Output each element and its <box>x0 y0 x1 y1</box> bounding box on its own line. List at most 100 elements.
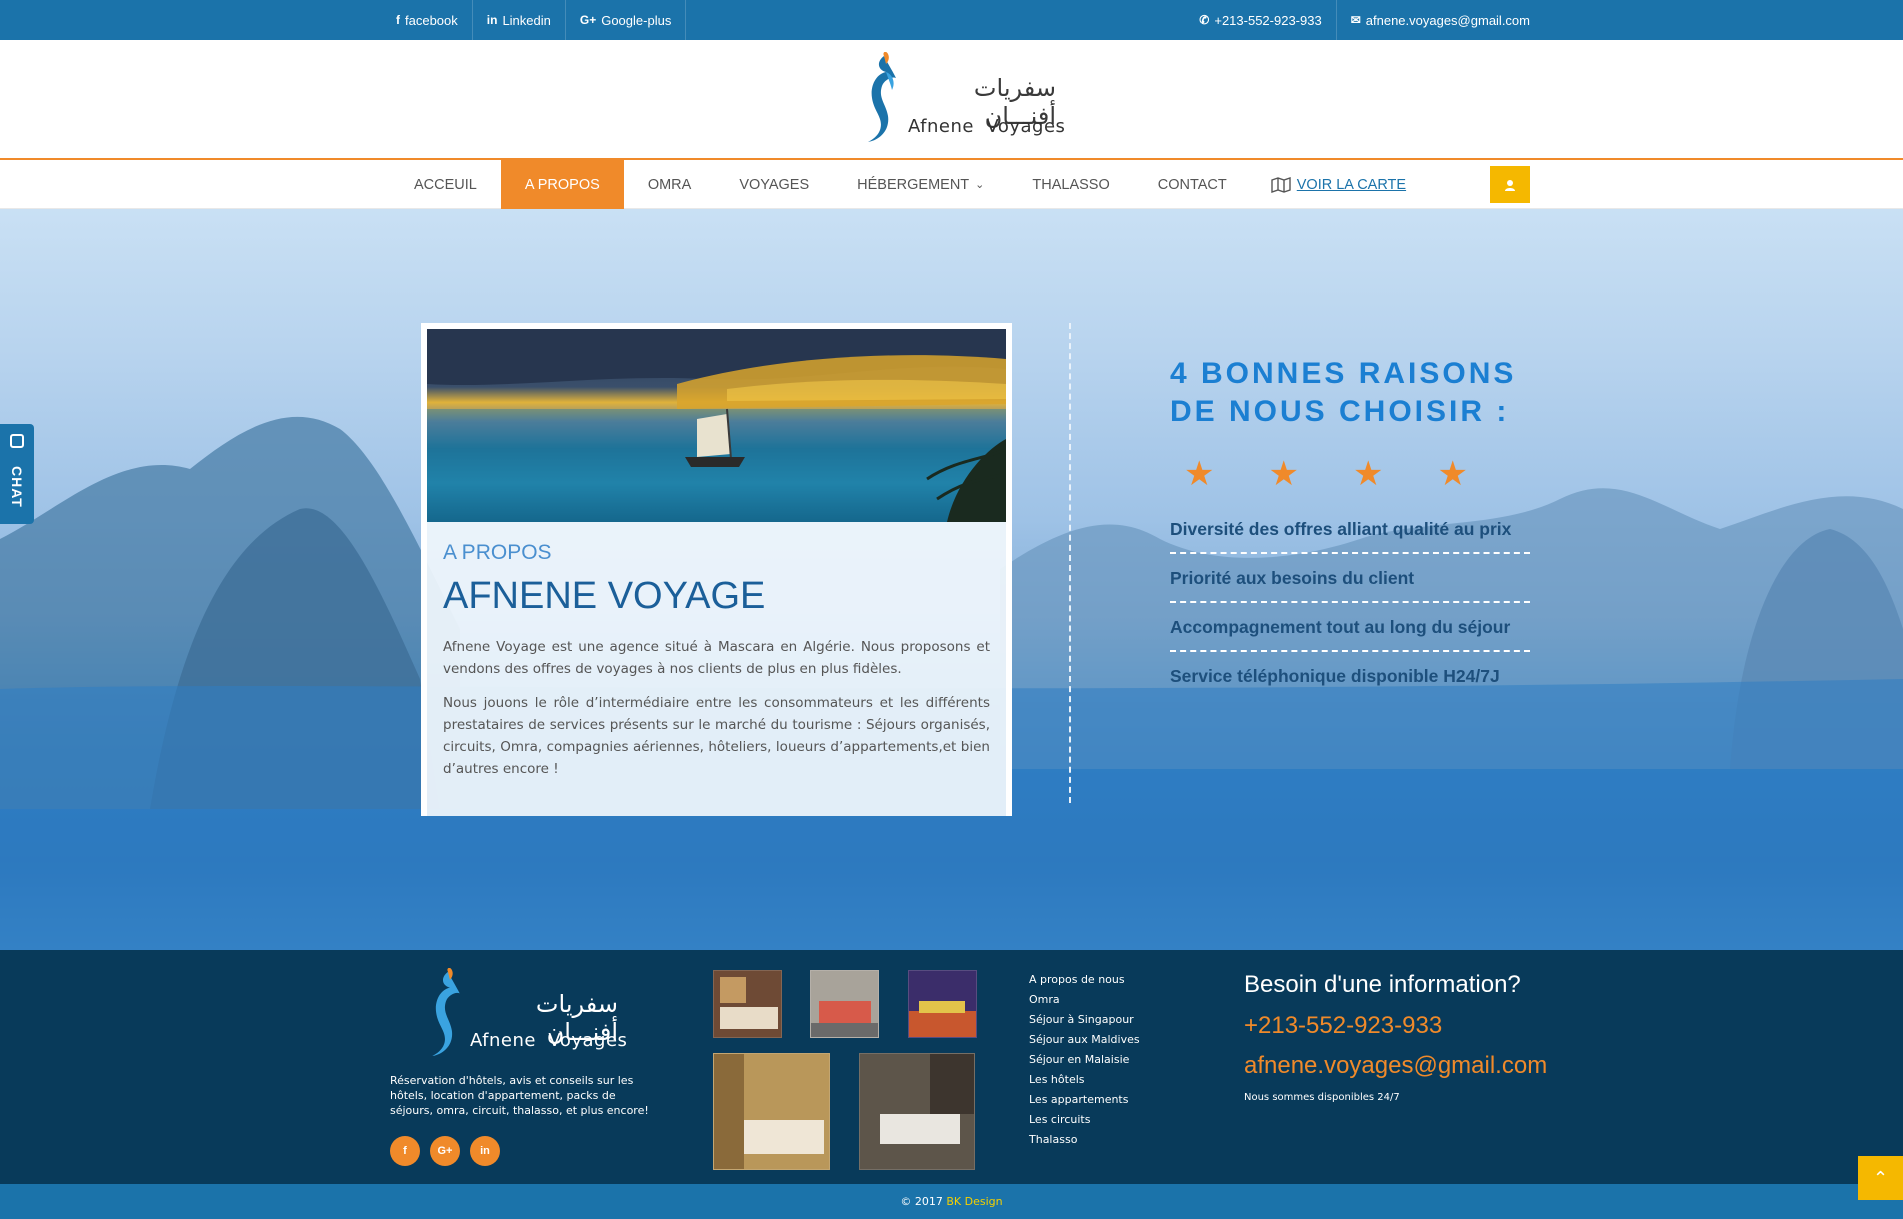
about-card: A PROPOS AFNENE VOYAGE Afnene Voyage est… <box>421 323 1012 816</box>
hero-section: CHAT A PROPOS AFNENE VOYAGE Afnene Voyag… <box>0 209 1903 950</box>
facebook-label: facebook <box>405 12 458 28</box>
site-footer: سفريات أفنـــان Afnene Voyages Réservati… <box>0 950 1903 1184</box>
linkedin-icon: in <box>486 13 498 27</box>
top-social-links: f facebook in Linkedin G+ Google-plus <box>390 0 687 40</box>
nav-item-thalasso[interactable]: THALASSO <box>1008 160 1133 209</box>
footer-link[interactable]: Les circuits <box>1029 1110 1140 1130</box>
view-map-link[interactable]: VOIR LA CARTE <box>1251 160 1430 209</box>
reasons-stars: ★ ★ ★ ★ <box>1170 457 1530 491</box>
designer-link[interactable]: BK Design <box>946 1195 1002 1208</box>
footer-link[interactable]: Les hôtels <box>1029 1070 1140 1090</box>
star-icon: ★ <box>1268 455 1299 493</box>
sailboat-photo <box>427 329 1006 522</box>
linkedin-label: Linkedin <box>502 12 551 28</box>
footer-google-plus-button[interactable]: G+ <box>430 1136 460 1166</box>
reason-item: Diversité des offres alliant qualité au … <box>1170 505 1530 554</box>
facebook-link[interactable]: f facebook <box>390 0 473 40</box>
star-icon: ★ <box>1437 455 1468 493</box>
footer-linkedin-button[interactable]: in <box>470 1136 500 1166</box>
reason-item: Accompagnement tout au long du séjour <box>1170 603 1530 652</box>
facebook-icon: f <box>403 1145 407 1157</box>
user-icon <box>1505 179 1515 191</box>
about-kicker: A PROPOS <box>443 541 552 564</box>
chat-icon <box>10 434 24 448</box>
gallery-thumb-suite[interactable] <box>810 970 879 1038</box>
dashed-divider <box>1069 323 1071 803</box>
footer-logo-latin-text: Afnene Voyages <box>470 1030 628 1051</box>
footer-description: Réservation d'hôtels, avis et conseils s… <box>390 1074 649 1117</box>
footer-link[interactable]: Omra <box>1029 990 1140 1010</box>
footer-email[interactable]: afnene.voyages@gmail.com <box>1244 1052 1547 1080</box>
google-plus-icon: G+ <box>579 13 597 27</box>
nav-item-voyages[interactable]: VOYAGES <box>715 160 833 209</box>
copyright-text: © 2017 <box>900 1195 943 1208</box>
chevron-down-icon: ⌄ <box>975 179 985 191</box>
facebook-icon: f <box>396 13 400 27</box>
view-map-label: VOIR LA CARTE <box>1296 176 1407 193</box>
about-title: AFNENE VOYAGE <box>443 575 766 617</box>
reason-item: Service téléphonique disponible H24/7J <box>1170 666 1500 686</box>
chat-tab[interactable]: CHAT <box>0 424 34 524</box>
about-body: A PROPOS AFNENE VOYAGE Afnene Voyage est… <box>443 541 990 780</box>
nav-item-hebergement[interactable]: HÉBERGEMENT ⌄ <box>833 160 1008 209</box>
gallery-thumb-buffet[interactable] <box>908 970 977 1038</box>
reasons-heading: 4 BONNES RAISONS DE NOUS CHOISIR : <box>1170 355 1530 431</box>
site-header: سفريات أفنـــان Afnene Voyages <box>0 40 1903 160</box>
footer-link[interactable]: Séjour à Singapour <box>1029 1010 1140 1030</box>
copyright-bar: © 2017 BK Design <box>0 1184 1903 1219</box>
footer-link[interactable]: A propos de nous <box>1029 970 1140 990</box>
top-phone: +213-552-923-933 <box>1214 12 1322 28</box>
gallery-thumb-bedroom[interactable] <box>713 1053 830 1170</box>
google-plus-label: Google-plus <box>601 12 672 28</box>
nav-item-hebergement-label: HÉBERGEMENT <box>857 176 970 193</box>
footer-availability: Nous sommes disponibles 24/7 <box>1244 1092 1400 1103</box>
top-contact: ✆ +213-552-923-933 ✉ afnene.voyages@gmai… <box>1185 0 1530 40</box>
envelope-icon: ✉ <box>1350 13 1361 27</box>
main-nav: ACCEUIL A PROPOS OMRA VOYAGES HÉBERGEMEN… <box>0 160 1903 209</box>
user-account-button[interactable] <box>1490 166 1530 203</box>
top-phone-link[interactable]: ✆ +213-552-923-933 <box>1185 0 1337 40</box>
footer-link[interactable]: Séjour aux Maldives <box>1029 1030 1140 1050</box>
top-email: afnene.voyages@gmail.com <box>1365 12 1530 28</box>
gallery-thumb-bathroom[interactable] <box>859 1053 975 1170</box>
top-email-link[interactable]: ✉ afnene.voyages@gmail.com <box>1337 0 1530 40</box>
star-icon: ★ <box>1352 455 1384 493</box>
nav-item-omra[interactable]: OMRA <box>624 160 716 209</box>
reasons-heading-line-2: DE NOUS CHOISIR : <box>1170 395 1510 428</box>
top-bar: f facebook in Linkedin G+ Google-plus ✆ … <box>0 0 1903 40</box>
footer-link[interactable]: Séjour en Malaisie <box>1029 1050 1140 1070</box>
footer-facebook-button[interactable]: f <box>390 1136 420 1166</box>
reason-item: Priorité aux besoins du client <box>1170 554 1530 603</box>
back-to-top-button[interactable]: ⌃ <box>1858 1156 1903 1200</box>
logo-latin-text: Afnene Voyages <box>908 116 1066 137</box>
site-logo[interactable]: سفريات أفنـــان Afnene Voyages <box>862 52 1066 148</box>
sailboat-image <box>427 329 1006 522</box>
chevron-up-icon: ⌃ <box>1872 1167 1889 1188</box>
about-paragraph-2: Nous jouons le rôle d’intermédiaire entr… <box>443 695 990 777</box>
bird-logo-icon <box>868 52 896 142</box>
linkedin-link[interactable]: in Linkedin <box>473 0 566 40</box>
google-plus-icon: G+ <box>437 1145 453 1157</box>
chat-label: CHAT <box>9 466 25 508</box>
footer-contact-info: Besoin d'une information? +213-552-923-9… <box>1244 970 1547 1103</box>
bird-logo-icon <box>432 968 460 1057</box>
linkedin-icon: in <box>480 1145 490 1157</box>
nav-item-contact[interactable]: CONTACT <box>1134 160 1251 209</box>
reasons-list: Diversité des offres alliant qualité au … <box>1170 505 1530 699</box>
nav-item-a-propos[interactable]: A PROPOS <box>500 160 624 209</box>
footer-links: A propos de nous Omra Séjour à Singapour… <box>1029 970 1140 1150</box>
footer-info-title: Besoin d'une information? <box>1244 971 1521 998</box>
reasons-heading-line-1: 4 BONNES RAISONS <box>1170 357 1517 390</box>
footer-link[interactable]: Thalasso <box>1029 1130 1140 1150</box>
footer-link[interactable]: Les appartements <box>1029 1090 1140 1110</box>
google-plus-link[interactable]: G+ Google-plus <box>566 0 687 40</box>
reasons-block: 4 BONNES RAISONS DE NOUS CHOISIR : ★ ★ ★… <box>1170 355 1530 699</box>
phone-icon: ✆ <box>1199 13 1210 27</box>
nav-item-acceuil[interactable]: ACCEUIL <box>390 160 501 209</box>
about-paragraph-1: Afnene Voyage est une agence situé à Mas… <box>443 639 990 677</box>
gallery-thumb-room[interactable] <box>713 970 782 1038</box>
footer-phone[interactable]: +213-552-923-933 <box>1244 1012 1544 1040</box>
star-icon: ★ <box>1184 455 1215 493</box>
map-icon <box>1271 176 1291 193</box>
footer-logo[interactable]: سفريات أفنـــان Afnene Voyages <box>426 968 628 1064</box>
